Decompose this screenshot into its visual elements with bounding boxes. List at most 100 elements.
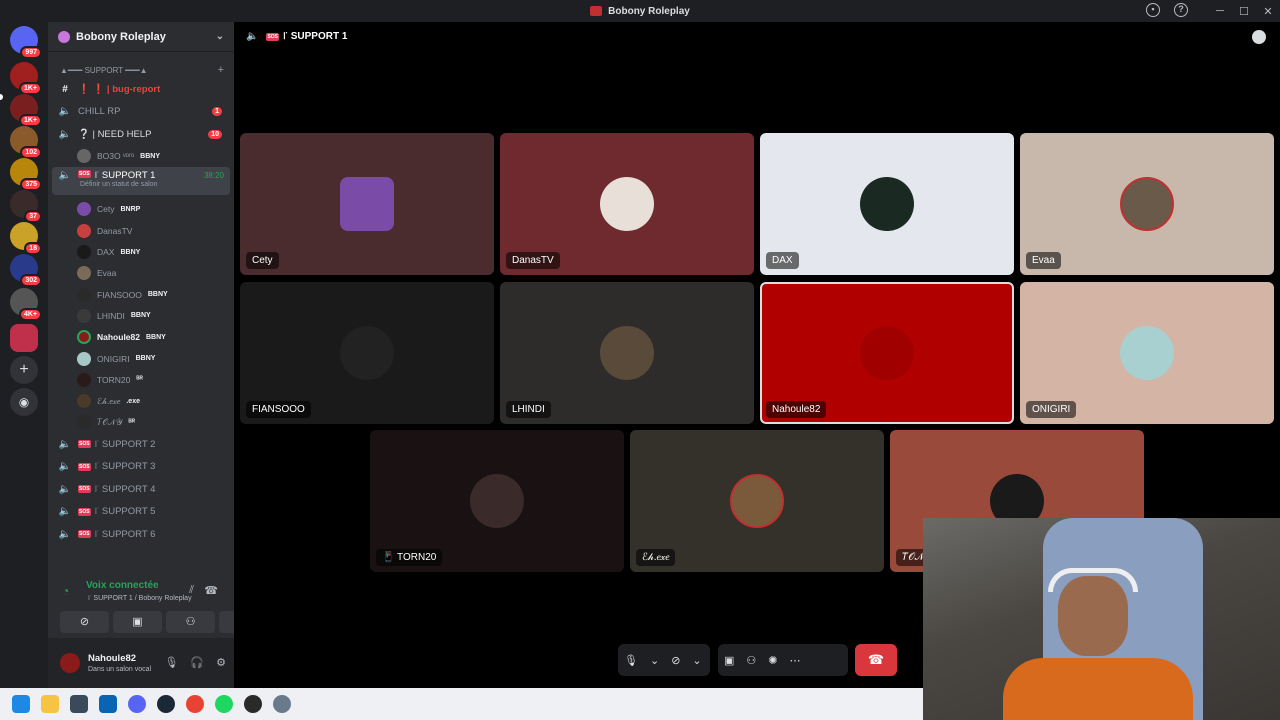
maximize-button[interactable]: ☐ bbox=[1232, 5, 1256, 18]
add-channel-icon[interactable]: + bbox=[218, 64, 224, 76]
server-icon[interactable]: 18 bbox=[10, 222, 42, 255]
camera-off-button[interactable]: ⊘ bbox=[60, 611, 109, 633]
file-explorer-icon[interactable] bbox=[41, 695, 59, 713]
participant-name: LHINDI bbox=[506, 401, 551, 418]
camera-off-icon[interactable]: ⊘ bbox=[671, 654, 680, 667]
participant-tile[interactable]: DanasTV bbox=[500, 133, 754, 275]
game-launcher-icon[interactable] bbox=[244, 695, 262, 713]
microphone-icon[interactable]: 🎙 bbox=[624, 654, 638, 667]
category-support[interactable]: ▲━━━ SUPPORT ━━━▲ + bbox=[48, 62, 234, 78]
channel-chill-rp[interactable]: 🔈 CHILL RP 1 bbox=[48, 101, 234, 124]
avatar bbox=[730, 474, 784, 528]
channel-support-5[interactable]: 🔈 SOS ꜍ SUPPORT 5 bbox=[48, 501, 234, 524]
server-icon-active[interactable] bbox=[10, 324, 38, 352]
voice-connection-panel: ◔ Voix connectée ꜍ SUPPORT 1 / Bobony Ro… bbox=[52, 574, 268, 634]
channel-support-3[interactable]: 🔈 SOS ꜍ SUPPORT 3 bbox=[48, 456, 234, 479]
participant-tile[interactable]: ONIGIRI bbox=[1020, 282, 1274, 424]
explore-icon[interactable]: ◉ bbox=[10, 388, 38, 416]
gear-icon[interactable]: ⚙ bbox=[216, 656, 226, 669]
server-folder[interactable]: 4K+ bbox=[10, 288, 42, 321]
guild-header[interactable]: Bobony Roleplay ⌄ bbox=[48, 22, 234, 52]
add-server-button[interactable]: + bbox=[10, 356, 38, 384]
server-icon[interactable]: 1K+ bbox=[10, 94, 42, 127]
noise-suppression-icon[interactable]: ⫽ bbox=[189, 584, 194, 597]
server-icon[interactable]: 102 bbox=[10, 126, 42, 159]
windows-start-icon[interactable] bbox=[12, 695, 30, 713]
steam-icon[interactable] bbox=[157, 695, 175, 713]
voice-user[interactable]: ONIGIRI BBNY bbox=[48, 348, 234, 369]
minimize-button[interactable]: ─ bbox=[1208, 5, 1232, 17]
participant-tile[interactable]: Cety bbox=[240, 133, 494, 275]
signal-icon[interactable]: ◔ bbox=[62, 584, 69, 598]
voice-connected-label[interactable]: Voix connectée bbox=[86, 580, 159, 591]
chrome-icon[interactable] bbox=[186, 695, 204, 713]
inbox-icon[interactable]: ▪ bbox=[1146, 3, 1160, 17]
mention-badge: 10 bbox=[208, 129, 222, 139]
voice-user[interactable]: TORN20 ᴮᴿ bbox=[48, 369, 234, 390]
participant-tile[interactable]: Evaa bbox=[1020, 133, 1274, 275]
avatar[interactable] bbox=[60, 653, 80, 673]
voice-user-self[interactable]: Nahoule82 BBNY bbox=[48, 327, 234, 348]
channel-bug-report[interactable]: # ❗ ❗ | bug-report bbox=[48, 78, 234, 101]
voice-user[interactable]: FIANSOOO BBNY bbox=[48, 284, 234, 305]
microphone-icon[interactable]: 🎙 bbox=[164, 656, 178, 669]
chevron-down-icon[interactable]: ⌄ bbox=[692, 654, 701, 667]
voice-user[interactable]: ℰ𝒽.𝑒𝓍𝑒 .exe bbox=[48, 390, 234, 411]
category-label: ▲━━━ SUPPORT ━━━▲ bbox=[60, 65, 148, 75]
activity-icon[interactable]: ⚇ bbox=[746, 654, 756, 667]
channel-support-4[interactable]: 🔈 SOS ꜍ SUPPORT 4 bbox=[48, 478, 234, 501]
speaker-icon: 🔈 bbox=[58, 506, 72, 518]
voice-user[interactable]: 𝑇𝒪𝒩𝒴 ᴮᴿ bbox=[48, 412, 234, 433]
server-icon[interactable]: 302 bbox=[10, 254, 42, 287]
close-button[interactable]: ✕ bbox=[1256, 5, 1280, 18]
username[interactable]: Nahoule82 bbox=[88, 653, 136, 664]
participant-tile[interactable]: LHINDI bbox=[500, 282, 754, 424]
voice-channel-path[interactable]: ꜍ SUPPORT 1 / Bobony Roleplay bbox=[88, 594, 192, 602]
participant-tile[interactable]: DAX bbox=[760, 133, 1014, 275]
voice-user[interactable]: Evaa bbox=[48, 263, 234, 284]
server-icon[interactable]: 37 bbox=[10, 190, 42, 223]
channel-need-help[interactable]: 🔈 ❔ | NEED HELP 10 bbox=[48, 123, 234, 146]
avatar bbox=[77, 266, 91, 281]
discord-icon[interactable] bbox=[128, 695, 146, 713]
help-icon[interactable]: ? bbox=[1174, 3, 1188, 17]
chat-icon[interactable] bbox=[1252, 30, 1266, 44]
voice-user[interactable]: BO3O ᵛᵒʳᵒ BBNY bbox=[48, 146, 234, 167]
server-icon[interactable]: 1K+ bbox=[10, 62, 42, 95]
more-icon[interactable]: ⋯ bbox=[790, 654, 801, 667]
avatar bbox=[77, 372, 91, 387]
title-bar: Bobony Roleplay ▪ ? ─ ☐ ✕ bbox=[0, 0, 1280, 22]
channel-status[interactable]: Définir un statut de salon bbox=[80, 181, 157, 188]
voice-user[interactable]: LHINDI BBNY bbox=[48, 305, 234, 326]
headphones-icon[interactable]: 🎧 bbox=[190, 656, 204, 669]
speaker-icon: 🔈 bbox=[58, 528, 72, 540]
voice-user[interactable]: DanasTV bbox=[48, 220, 234, 241]
participant-name: Cety bbox=[246, 252, 279, 269]
sos-icon: SOS bbox=[78, 169, 91, 178]
participant-tile[interactable]: FIANSOOO bbox=[240, 282, 494, 424]
calculator-icon[interactable] bbox=[70, 695, 88, 713]
server-icon[interactable]: 375 bbox=[10, 158, 42, 191]
settings-icon[interactable] bbox=[273, 695, 291, 713]
participant-tile-self[interactable]: Nahoule82 bbox=[760, 282, 1014, 424]
participant-tile[interactable]: 📱 TORN20 bbox=[370, 430, 624, 572]
channel-support-6[interactable]: 🔈 SOS ꜍ SUPPORT 6 bbox=[48, 523, 234, 546]
speaker-icon: 🔈 bbox=[246, 31, 259, 42]
screen-share-button[interactable]: ▣ bbox=[113, 611, 162, 633]
activity-button[interactable]: ⚇ bbox=[166, 611, 215, 633]
chevron-down-icon[interactable]: ⌄ bbox=[650, 654, 659, 667]
spotify-icon[interactable] bbox=[215, 695, 233, 713]
hang-up-button[interactable]: ☎ bbox=[855, 644, 897, 676]
disconnect-icon[interactable]: ☎ bbox=[204, 584, 218, 597]
soundboard-icon[interactable]: ✺ bbox=[768, 654, 777, 667]
screen-share-icon[interactable]: ▣ bbox=[724, 654, 734, 667]
participant-tile[interactable]: ℰ𝒽.𝑒𝓍𝑒 bbox=[630, 430, 884, 572]
channel-support-2[interactable]: 🔈 SOS ꜍ SUPPORT 2 bbox=[48, 433, 234, 456]
channel-support-1[interactable]: 🔈 SOS ꜍ SUPPORT 1 38:20 Définir un statu… bbox=[52, 166, 230, 195]
outlook-icon[interactable] bbox=[99, 695, 117, 713]
window-title: Bobony Roleplay bbox=[608, 5, 690, 17]
guild-name: Bobony Roleplay bbox=[76, 30, 166, 43]
voice-user[interactable]: Cety BNRP bbox=[48, 199, 234, 220]
home-button[interactable]: 997 bbox=[10, 26, 42, 59]
voice-user[interactable]: DAX BBNY bbox=[48, 241, 234, 262]
